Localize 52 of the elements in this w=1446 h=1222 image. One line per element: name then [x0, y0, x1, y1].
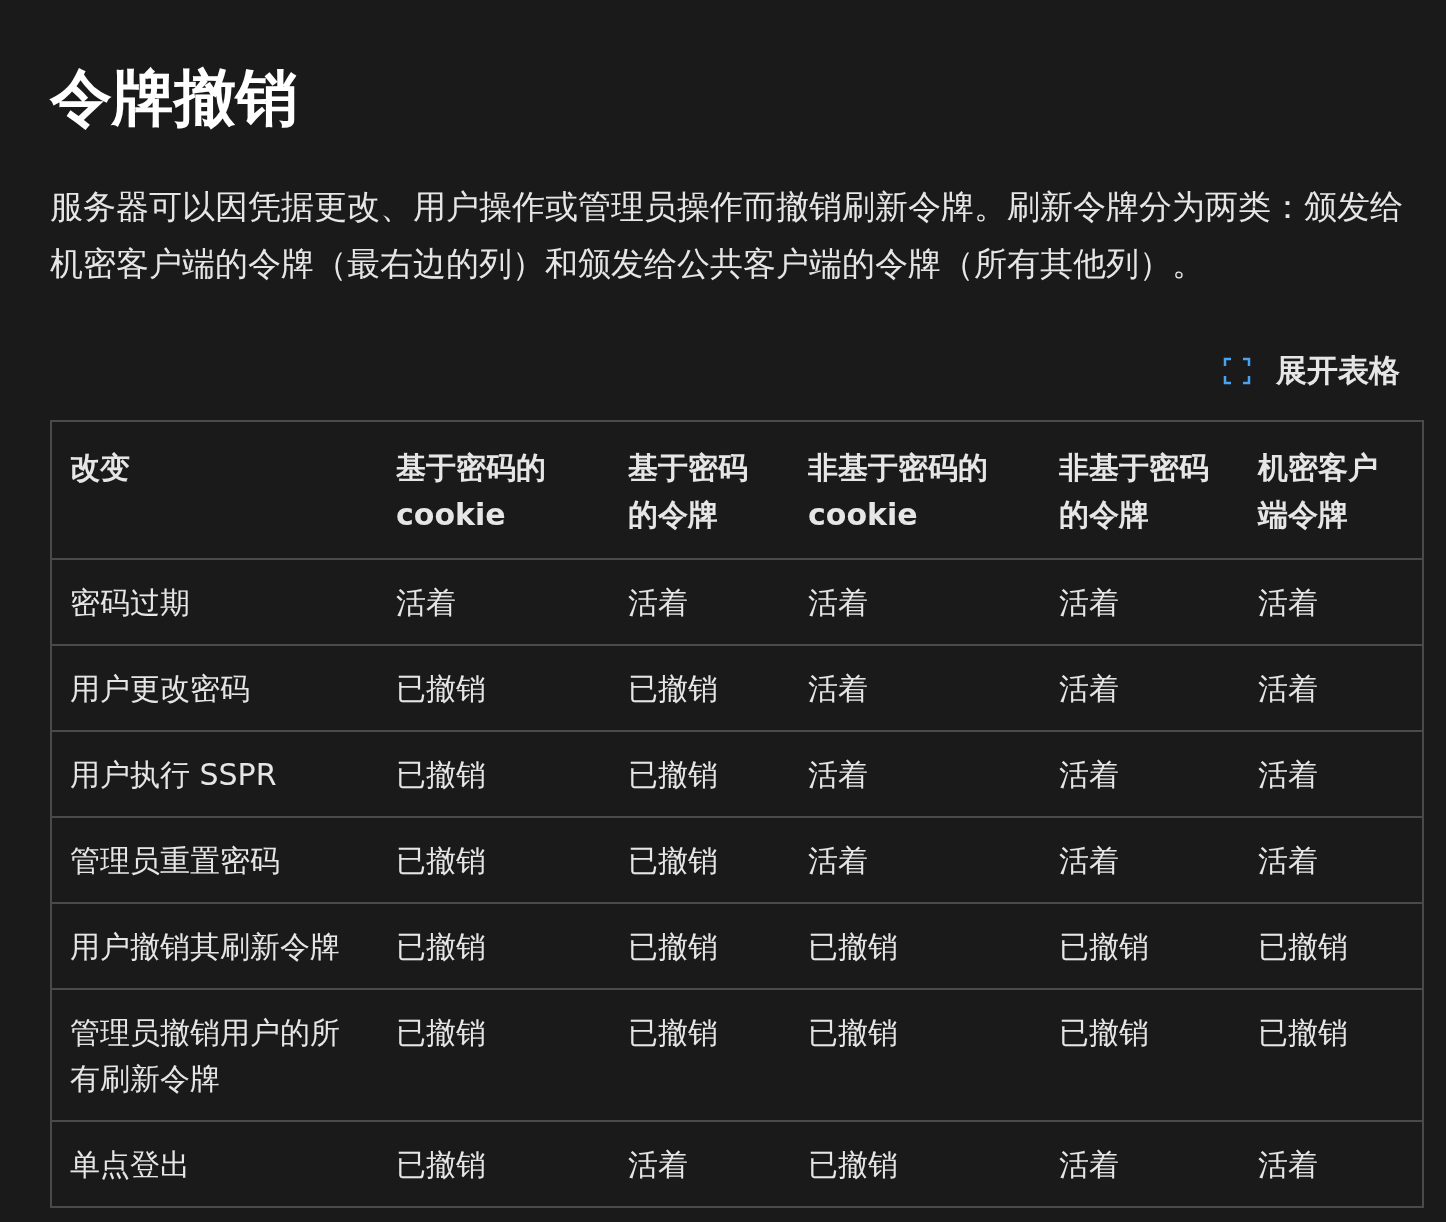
table-cell: 活着 [790, 559, 1041, 645]
column-header: 基于密码的 cookie [378, 421, 610, 559]
table-cell: 活着 [1041, 817, 1240, 903]
table-cell: 活着 [1041, 731, 1240, 817]
table-cell: 活着 [378, 559, 610, 645]
table-cell: 已撤销 [790, 903, 1041, 989]
table-cell: 已撤销 [1240, 989, 1423, 1121]
table-cell: 已撤销 [610, 989, 790, 1121]
table-cell: 已撤销 [790, 1121, 1041, 1207]
column-header: 非基于密码的令牌 [1041, 421, 1240, 559]
expand-icon [1222, 356, 1252, 386]
table-cell: 活着 [790, 817, 1041, 903]
table-cell: 活着 [1041, 1121, 1240, 1207]
table-cell: 单点登出 [51, 1121, 378, 1207]
table-cell: 活着 [610, 1121, 790, 1207]
table-cell: 活着 [790, 731, 1041, 817]
table-cell: 已撤销 [610, 903, 790, 989]
table-cell: 活着 [610, 559, 790, 645]
table-cell: 已撤销 [378, 731, 610, 817]
table-cell: 管理员撤销用户的所有刷新令牌 [51, 989, 378, 1121]
table-cell: 活着 [1240, 731, 1423, 817]
table-cell: 已撤销 [378, 989, 610, 1121]
table-cell: 活着 [1240, 645, 1423, 731]
table-cell: 用户更改密码 [51, 645, 378, 731]
table-cell: 已撤销 [1240, 903, 1423, 989]
table-cell: 活着 [1240, 817, 1423, 903]
table-cell: 活着 [1041, 559, 1240, 645]
table-cell: 已撤销 [378, 903, 610, 989]
table-cell: 活着 [790, 645, 1041, 731]
column-header: 非基于密码的 cookie [790, 421, 1041, 559]
table-cell: 已撤销 [790, 989, 1041, 1121]
description-paragraph: 服务器可以因凭据更改、用户操作或管理员操作而撤销刷新令牌。刷新令牌分为两类：颁发给机密客户端的令牌（最右边的列）和颁发给公共客户端的令牌（所有其他列）。 [50, 186, 1404, 285]
table-cell: 已撤销 [1041, 989, 1240, 1121]
table-cell: 已撤销 [610, 645, 790, 731]
table-cell: 用户撤销其刷新令牌 [51, 903, 378, 989]
table-cell: 已撤销 [378, 645, 610, 731]
table-cell: 已撤销 [378, 1121, 610, 1207]
column-header: 机密客户端令牌 [1240, 421, 1423, 559]
column-header: 改变 [51, 421, 378, 559]
expand-table-button[interactable]: 展开表格 [1222, 350, 1400, 392]
table-cell: 已撤销 [610, 731, 790, 817]
table-cell: 活着 [1041, 645, 1240, 731]
table-cell: 密码过期 [51, 559, 378, 645]
table-cell: 已撤销 [378, 817, 610, 903]
table-cell: 已撤销 [610, 817, 790, 903]
column-header: 基于密码的令牌 [610, 421, 790, 559]
table-cell: 活着 [1240, 559, 1423, 645]
page-title: 令牌撤销 [50, 60, 299, 136]
table-cell: 活着 [1240, 1121, 1423, 1207]
table-cell: 管理员重置密码 [51, 817, 378, 903]
table-cell: 用户执行 SSPR [51, 731, 378, 817]
table-cell: 已撤销 [1041, 903, 1240, 989]
